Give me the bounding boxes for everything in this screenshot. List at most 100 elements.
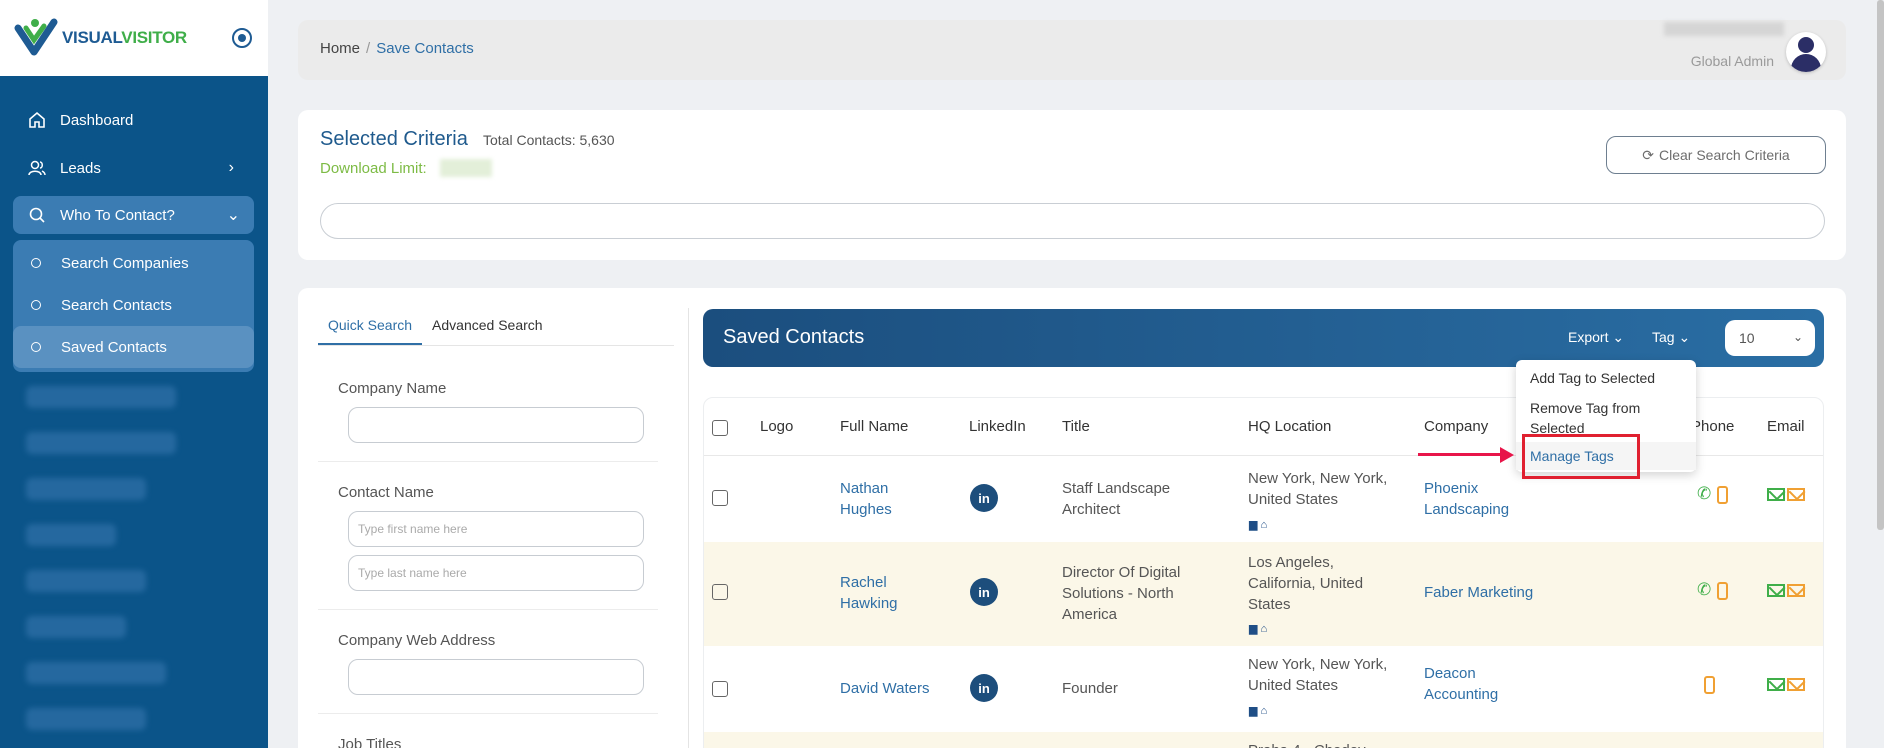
mobile-icon[interactable] xyxy=(1717,582,1728,600)
hq-location: New York, New York, United States xyxy=(1248,656,1388,694)
company-name-group: Company Name xyxy=(318,346,658,462)
sidebar-subitem-saved-contacts[interactable]: Saved Contacts xyxy=(13,326,254,368)
sidebar-item-label: Dashboard xyxy=(60,111,134,129)
export-dropdown[interactable]: Export ⌄ xyxy=(1568,329,1624,346)
page-scrollbar[interactable] xyxy=(1877,0,1884,530)
row-checkbox[interactable] xyxy=(712,584,728,600)
menu-item-add-tag[interactable]: Add Tag to Selected xyxy=(1530,368,1680,388)
row-checkbox[interactable] xyxy=(712,681,728,697)
sidebar-subgroup: Search Companies Search Contacts Saved C… xyxy=(13,240,254,372)
email-alt-icon[interactable] xyxy=(1787,678,1805,691)
criteria-title: Selected Criteria xyxy=(320,128,468,150)
blurred-menu xyxy=(26,386,242,730)
contact-name-link[interactable]: David Waters xyxy=(840,678,929,699)
users-icon xyxy=(28,160,46,176)
contact-name-link[interactable]: Nathan Hughes xyxy=(840,478,892,520)
table-row[interactable]: David Waters in Founder New York, New Yo… xyxy=(704,646,1823,732)
circle-icon xyxy=(31,300,41,310)
search-icon xyxy=(29,207,45,223)
contact-name-link[interactable]: Rachel Hawking xyxy=(840,572,898,614)
tab-advanced-search[interactable]: Advanced Search xyxy=(422,306,553,345)
breadcrumb-home[interactable]: Home xyxy=(320,40,360,57)
download-limit-label: Download Limit: xyxy=(320,160,427,177)
col-phone: Phone xyxy=(1691,418,1735,435)
company-link[interactable]: Deacon Accounting xyxy=(1424,663,1498,705)
email-icon[interactable] xyxy=(1767,678,1785,691)
sidebar-item-label: Search Companies xyxy=(61,254,189,272)
email-icon[interactable] xyxy=(1767,584,1785,597)
contact-title: Director Of Digital Solutions - North Amer… xyxy=(1062,564,1181,623)
hq-location: Praha 4 - Chodov xyxy=(1248,740,1366,748)
hq-location: New York, New York, United States xyxy=(1248,470,1388,508)
export-label: Export xyxy=(1568,329,1609,345)
sidebar-subitem-search-contacts[interactable]: Search Contacts xyxy=(13,284,254,326)
sidebar-item-label: Leads xyxy=(60,159,101,177)
email-icon[interactable] xyxy=(1767,488,1785,501)
building-icon: ▆ ⌂ xyxy=(1249,519,1268,531)
contact-title: Founder xyxy=(1062,680,1118,697)
job-titles-label: Job Titles xyxy=(338,736,402,748)
email-alt-icon[interactable] xyxy=(1787,584,1805,597)
table-row[interactable]: Rachel Hawking in Director Of Digital Solu… xyxy=(704,542,1823,646)
avatar[interactable] xyxy=(1786,32,1826,72)
company-name-input[interactable] xyxy=(348,407,644,443)
company-link[interactable]: Phoenix Landscaping xyxy=(1424,478,1509,520)
col-logo: Logo xyxy=(760,418,794,435)
building-icon: ▆ ⌂ xyxy=(1249,705,1268,717)
phone-icon[interactable]: ✆ xyxy=(1697,580,1711,600)
sidebar-item-label: Who To Contact? xyxy=(60,206,175,224)
company-web-group: Company Web Address xyxy=(318,610,658,714)
table-row[interactable]: Praha 4 - Chodov xyxy=(704,732,1823,748)
per-page-select[interactable]: 10 ⌄ xyxy=(1725,320,1815,356)
linkedin-icon[interactable]: in xyxy=(970,674,998,702)
main-panel: Quick Search Advanced Search Company Nam… xyxy=(298,288,1846,748)
breadcrumb: Home / Save Contacts xyxy=(320,40,474,57)
chevron-right-icon: › xyxy=(228,159,234,176)
circle-icon xyxy=(31,258,41,268)
sidebar-subitem-search-companies[interactable]: Search Companies xyxy=(13,242,254,284)
mobile-icon[interactable] xyxy=(1717,486,1728,504)
sidebar-item-leads[interactable]: Leads › xyxy=(0,144,268,192)
sidebar-nav: Dashboard Leads › Who To Contact? ⌄ Sear… xyxy=(0,76,268,730)
company-name-label: Company Name xyxy=(338,380,447,397)
first-name-input[interactable]: Type first name here xyxy=(348,511,644,547)
mobile-icon[interactable] xyxy=(1704,676,1715,694)
tag-dropdown[interactable]: Tag ⌄ xyxy=(1652,329,1690,346)
annotation-highlight-box xyxy=(1522,434,1640,479)
col-company: Company xyxy=(1424,418,1489,435)
company-link[interactable]: Faber Marketing xyxy=(1424,582,1533,603)
phone-icon[interactable]: ✆ xyxy=(1697,484,1711,504)
hq-location: Los Angeles, California, United States xyxy=(1248,554,1364,613)
col-hq-location: HQ Location xyxy=(1248,418,1332,435)
chevron-down-icon: ⌄ xyxy=(226,207,240,224)
menu-item-remove-tag[interactable]: Remove Tag from Selected xyxy=(1530,398,1680,438)
chevron-down-icon: ⌄ xyxy=(1612,329,1625,345)
chevron-down-icon: ⌄ xyxy=(1792,330,1803,344)
sidebar-item-dashboard[interactable]: Dashboard xyxy=(0,96,268,144)
criteria-display-box xyxy=(320,203,1825,239)
annotation-arrow xyxy=(1418,453,1502,456)
total-contacts: Total Contacts: 5,630 xyxy=(483,132,615,148)
linkedin-icon[interactable]: in xyxy=(970,578,998,606)
clear-button-label: Clear Search Criteria xyxy=(1659,147,1790,163)
target-icon[interactable] xyxy=(232,28,252,48)
search-tabs: Quick Search Advanced Search xyxy=(318,306,674,346)
user-role: Global Admin xyxy=(1690,53,1774,69)
last-name-input[interactable]: Type last name here xyxy=(348,555,644,591)
clear-search-criteria-button[interactable]: ⟳ Clear Search Criteria xyxy=(1606,136,1826,174)
select-all-checkbox[interactable] xyxy=(712,420,728,436)
sidebar-item-who-to-contact[interactable]: Who To Contact? ⌄ xyxy=(13,196,254,234)
email-alt-icon[interactable] xyxy=(1787,488,1805,501)
job-titles-group: Job Titles xyxy=(318,714,658,748)
results-header: Saved Contacts Export ⌄ Tag ⌄ 10 ⌄ xyxy=(703,309,1824,367)
linkedin-icon[interactable]: in xyxy=(970,484,998,512)
company-web-input[interactable] xyxy=(348,659,644,695)
breadcrumb-current: Save Contacts xyxy=(376,40,474,57)
tab-quick-search[interactable]: Quick Search xyxy=(318,306,423,345)
chevron-down-icon: ⌄ xyxy=(1678,329,1691,345)
col-title: Title xyxy=(1062,418,1090,435)
row-checkbox[interactable] xyxy=(712,490,728,506)
user-menu[interactable]: Global Admin xyxy=(1691,30,1826,74)
col-email: Email xyxy=(1767,418,1805,435)
results-panel: Saved Contacts Export ⌄ Tag ⌄ 10 ⌄ Logo F… xyxy=(703,309,1824,748)
